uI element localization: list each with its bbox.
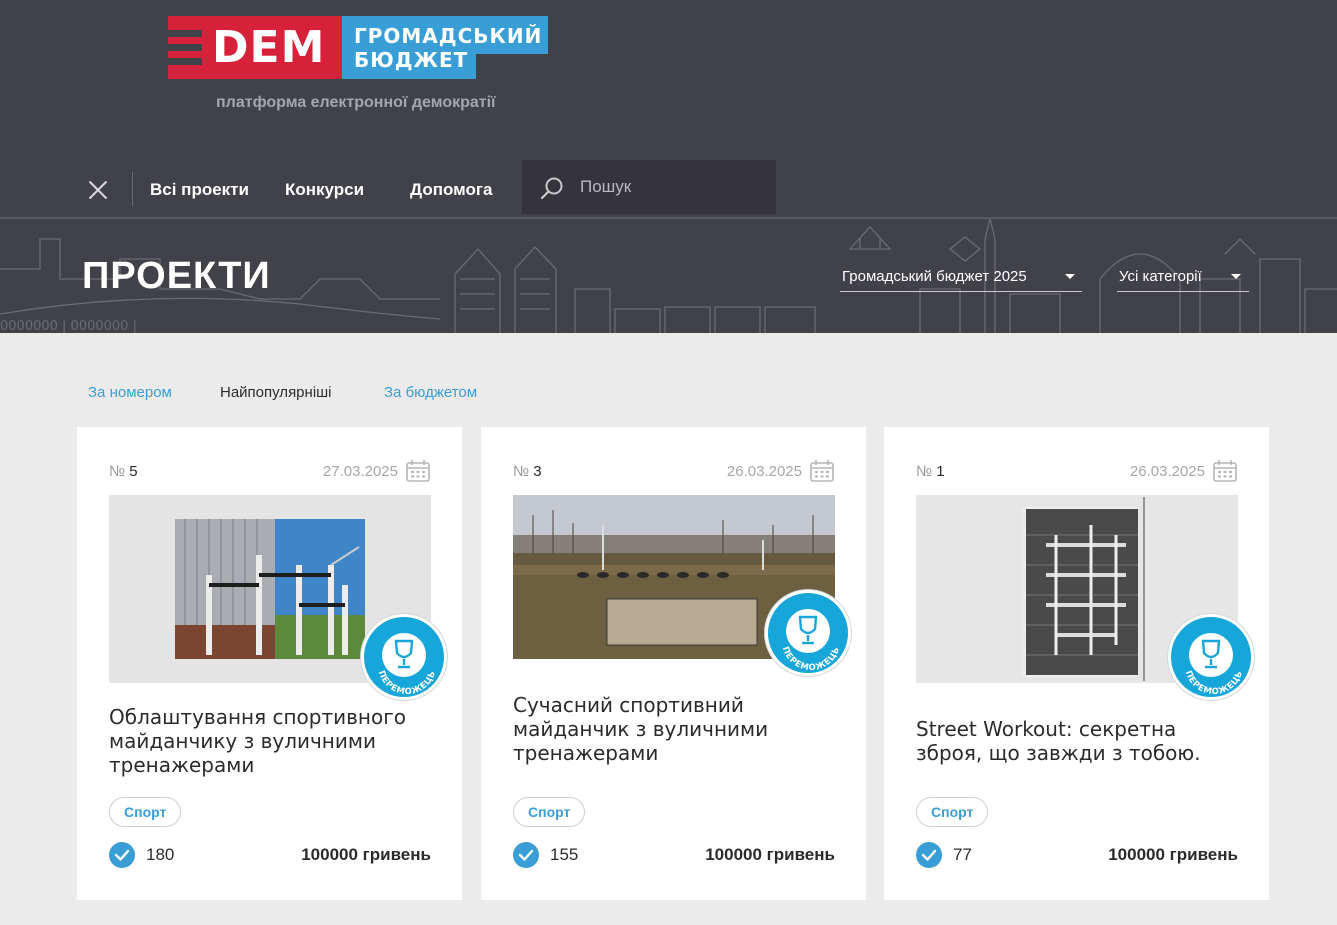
badge-label-ring: ПЕРЕМОЖЕЦЬ	[1183, 669, 1245, 697]
category-tag[interactable]: Спорт	[109, 797, 182, 827]
tagline: платформа електронної демократії	[216, 94, 496, 111]
category-filter-select[interactable]: Усі категорії	[1117, 262, 1249, 292]
svg-text:ПЕРЕМОЖЕЦЬ: ПЕРЕМОЖЕЦЬ	[1183, 669, 1245, 697]
check-icon	[109, 842, 135, 868]
calendar-icon	[810, 460, 834, 482]
check-icon	[916, 842, 942, 868]
project-title[interactable]: Облаштування спортивного майданчику з ву…	[109, 705, 439, 777]
logo-dem-block: DEM	[168, 16, 342, 79]
sort-by-number[interactable]: За номером	[88, 384, 172, 401]
project-number: № 3	[513, 463, 542, 480]
project-card[interactable]: № 5 27.03.2025 ПЕРЕМОЖЕЦЬ Облаштування с…	[77, 427, 462, 900]
site-logo[interactable]: DEM ГРОМАДСЬКИЙ БЮДЖЕТ	[168, 16, 548, 80]
category-filter-label: Усі категорії	[1119, 268, 1202, 285]
project-title[interactable]: Street Workout: секретна зброя, що завжд…	[916, 717, 1246, 765]
svg-text:ПЕРЕМОЖЕЦЬ: ПЕРЕМОЖЕЦЬ	[376, 669, 438, 697]
category-tag[interactable]: Спорт	[916, 797, 989, 827]
search-input[interactable]	[580, 174, 766, 200]
chevron-down-icon	[1065, 274, 1075, 279]
logo-line-1: ГРОМАДСЬКИЙ	[354, 24, 543, 48]
nav-contests[interactable]: Конкурси	[285, 180, 364, 200]
sort-popular[interactable]: Найпопулярніші	[220, 384, 332, 401]
page-title: ПРОЕКТИ	[82, 255, 271, 297]
project-date: 27.03.2025	[322, 463, 398, 480]
winner-badge[interactable]: ПЕРЕМОЖЕЦЬ	[1168, 614, 1254, 700]
calendar-icon	[1213, 460, 1237, 482]
project-number: № 1	[916, 463, 945, 480]
close-menu-icon[interactable]	[82, 174, 114, 206]
project-card[interactable]: № 1 26.03.2025 ПЕРЕМОЖЕЦЬ Street Workout…	[884, 427, 1269, 900]
winner-badge[interactable]: ПЕРЕМОЖЕЦЬ	[765, 590, 851, 676]
project-date: 26.03.2025	[726, 463, 802, 480]
budget-filter-select[interactable]: Громадський бюджет 2025	[840, 262, 1082, 292]
project-title[interactable]: Сучасний спортивний майданчик з вуличним…	[513, 693, 843, 765]
sort-by-budget[interactable]: За бюджетом	[384, 384, 477, 401]
votes-count: 155	[550, 845, 579, 864]
project-card[interactable]: № 3 26.03.2025 ПЕРЕМОЖЕЦЬ Сучасний спорт…	[481, 427, 866, 900]
project-budget: 100000 гривень	[1108, 845, 1238, 864]
svg-text:ПЕРЕМОЖЕЦЬ: ПЕРЕМОЖЕЦЬ	[780, 645, 842, 673]
winner-badge[interactable]: ПЕРЕМОЖЕЦЬ	[361, 614, 447, 700]
check-icon	[513, 842, 539, 868]
chevron-down-icon	[1231, 274, 1241, 279]
project-budget: 100000 гривень	[705, 845, 835, 864]
category-tag[interactable]: Спорт	[513, 797, 586, 827]
calendar-icon	[406, 460, 430, 482]
nav-all-projects[interactable]: Всі проекти	[150, 180, 249, 200]
nav-divider	[132, 172, 133, 206]
search-box	[522, 160, 776, 214]
votes-count: 77	[953, 845, 972, 864]
project-budget: 100000 гривень	[301, 845, 431, 864]
main-nav: Всі проекти Конкурси Допомога	[0, 160, 1337, 216]
badge-label-ring: ПЕРЕМОЖЕЦЬ	[376, 669, 438, 697]
svg-text:0000000 | 0000000 |: 0000000 | 0000000 |	[0, 319, 137, 333]
logo-dem-text: DEM	[212, 22, 326, 73]
project-number: № 5	[109, 463, 138, 480]
logo-line-2: БЮДЖЕТ	[354, 48, 469, 72]
nav-help[interactable]: Допомога	[410, 180, 492, 200]
project-date: 26.03.2025	[1129, 463, 1205, 480]
badge-label-ring: ПЕРЕМОЖЕЦЬ	[780, 645, 842, 673]
search-icon[interactable]	[540, 176, 564, 200]
budget-filter-label: Громадський бюджет 2025	[842, 268, 1027, 285]
votes-count: 180	[146, 845, 175, 864]
site-header: DEM ГРОМАДСЬКИЙ БЮДЖЕТ платформа електро…	[0, 0, 1337, 333]
